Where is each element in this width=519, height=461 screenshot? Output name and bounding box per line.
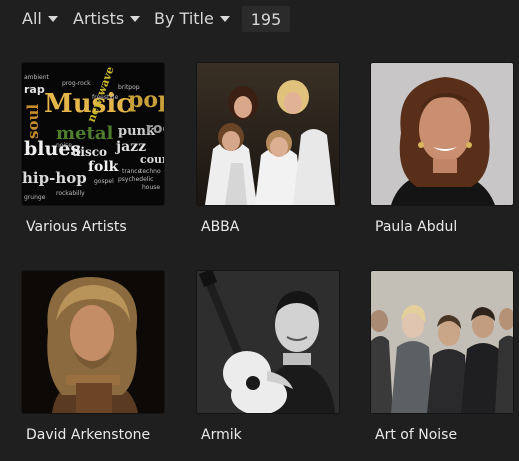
item-count-badge: 195 [242,6,290,32]
artist-name: David Arkenstone [26,427,151,443]
svg-text:trance: trance [122,168,142,175]
artist-name: Art of Noise [375,427,458,443]
sort-label: By Title [154,9,214,28]
artist-name: ABBA [201,219,240,235]
group-photo-icon[interactable] [197,63,339,205]
word-cloud-collage-icon[interactable]: Music pop soul metal blues disco folk pu… [22,63,164,205]
type-filter-label: Artists [73,9,125,28]
svg-text:hip-hop: hip-hop [22,169,87,187]
sort-dropdown[interactable]: By Title [154,9,230,28]
svg-text:britpop: britpop [118,84,140,91]
svg-text:rock: rock [146,121,164,137]
svg-text:gospel: gospel [94,178,114,185]
portrait-photo-icon[interactable] [22,271,164,413]
scope-filter-dropdown[interactable]: All [22,9,58,28]
artist-name: Various Artists [26,219,127,235]
svg-text:ambient: ambient [24,74,49,81]
svg-text:house: house [142,184,160,191]
filter-bar: All Artists By Title 195 [0,0,519,38]
svg-text:prog-rock: prog-rock [62,80,91,87]
svg-text:soul: soul [24,104,42,139]
svg-text:techno: techno [140,168,161,175]
chevron-down-icon [219,16,230,22]
scope-filter-label: All [22,9,42,28]
group-photo-icon[interactable] [371,271,513,413]
svg-text:noise: noise [56,142,72,149]
portrait-photo-icon[interactable] [371,63,513,205]
svg-text:grunge: grunge [24,194,46,201]
svg-text:rockabilly: rockabilly [56,190,85,197]
chevron-down-icon [47,16,58,22]
artist-name: Paula Abdul [375,219,458,235]
type-filter-dropdown[interactable]: Artists [73,9,141,28]
svg-text:country: country [140,153,164,166]
svg-text:freestyle: freestyle [92,94,119,101]
artist-name: Armik [201,427,242,443]
chevron-down-icon [130,16,141,22]
svg-text:disco: disco [72,145,107,159]
guitarist-photo-icon[interactable] [197,271,339,413]
item-count: 195 [250,9,282,29]
svg-text:rap: rap [24,83,45,96]
svg-text:folk: folk [88,159,119,175]
svg-text:psychedelic: psychedelic [118,176,153,183]
